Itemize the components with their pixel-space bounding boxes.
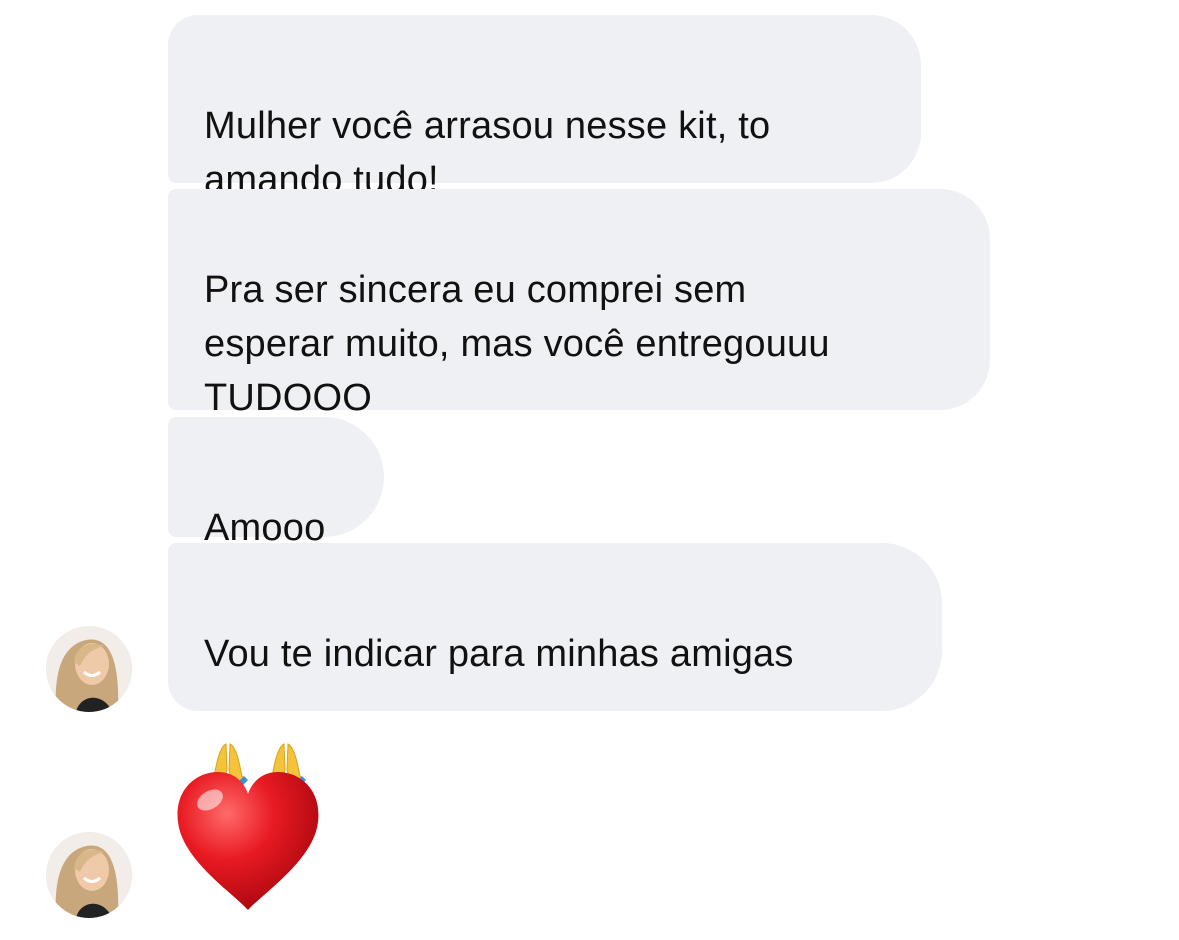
message-bubble[interactable]: Mulher você arrasou nesse kit, to amando… xyxy=(168,15,921,201)
avatar-photo xyxy=(46,626,132,712)
message-text: Mulher você arrasou nesse kit, to amando… xyxy=(204,105,771,201)
message-text: Vou te indicar para minhas amigas xyxy=(204,633,794,675)
emoji-row xyxy=(204,681,906,787)
message-bubble[interactable]: Vou te indicar para minhas amigas xyxy=(168,543,942,787)
message-bubble[interactable]: Amooo xyxy=(168,417,384,549)
message-text: Pra ser sincera eu comprei sem esperar m… xyxy=(204,269,830,419)
message-bubble[interactable]: Pra ser sincera eu comprei sem esperar m… xyxy=(168,189,990,419)
sender-avatar[interactable] xyxy=(46,626,132,712)
avatar-photo xyxy=(46,832,132,918)
red-heart-emoji[interactable] xyxy=(174,770,322,914)
sender-avatar[interactable] xyxy=(46,832,132,918)
